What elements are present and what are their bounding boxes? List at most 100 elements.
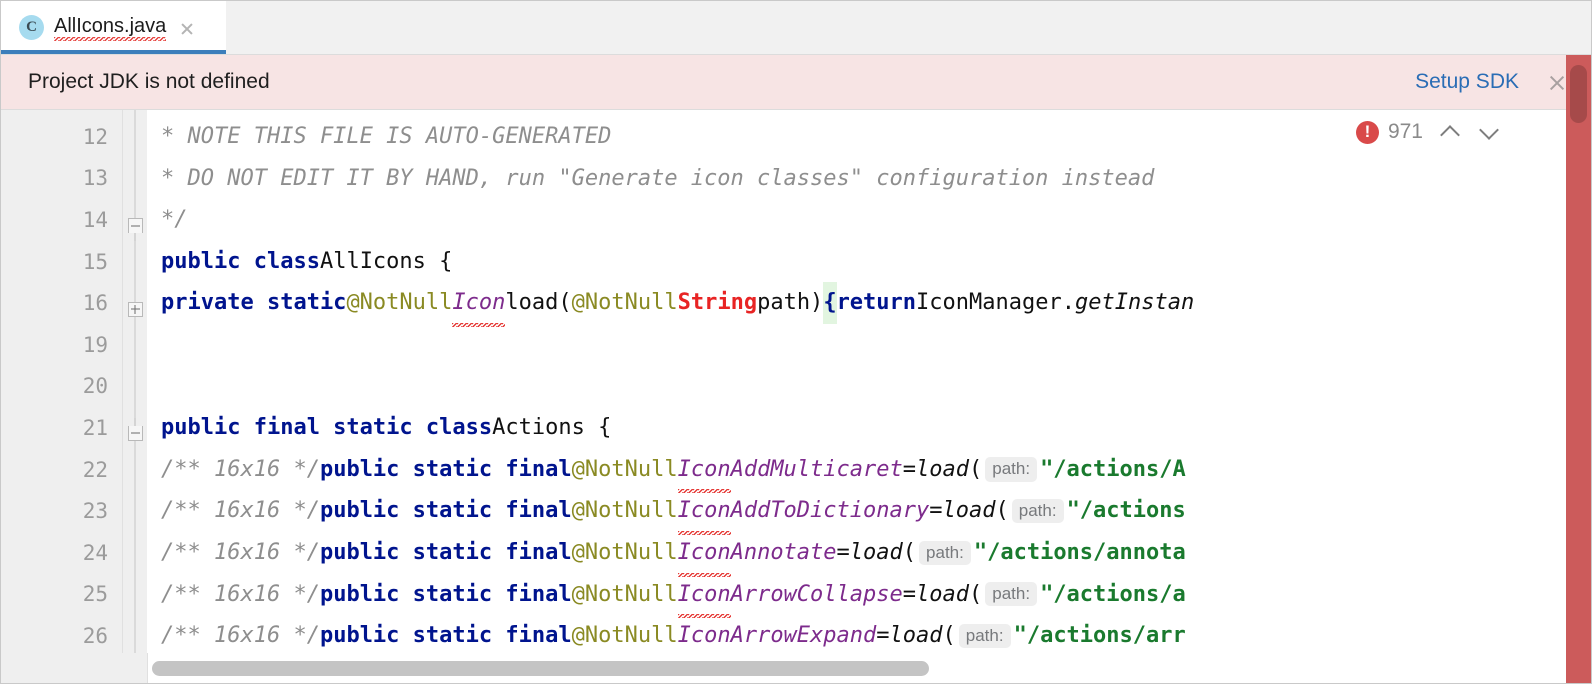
code-token-error: String (677, 290, 758, 316)
vertical-scrollbar-thumb[interactable] (1570, 65, 1587, 123)
line-number: 20 (82, 374, 108, 399)
line-number-gutter[interactable]: 1213141516192021222324252627 (1, 110, 123, 683)
code-line[interactable]: /** 16x16 */ public static final @NotNul… (147, 449, 1591, 493)
notification-banner: Project JDK is not defined Setup SDK (1, 55, 1591, 110)
code-line[interactable]: /** 16x16 */ public static final @NotNul… (147, 615, 1591, 660)
code-token-keyword: public static final (319, 581, 572, 607)
code-line[interactable]: /** 16x16 */ public static final @NotNul… (147, 490, 1591, 535)
code-token-ident: ArrowCollapse (730, 581, 903, 607)
code-line[interactable]: private static @NotNull Icon load(@NotNu… (147, 282, 1591, 327)
code-token-plain: = (902, 456, 917, 482)
chevron-up-icon[interactable] (1438, 120, 1462, 144)
code-line[interactable]: public class AllIcons { (147, 241, 1591, 283)
code-token-plain: = (836, 539, 850, 565)
line-number: 16 (82, 291, 108, 316)
code-token-italic: load (916, 581, 969, 607)
fold-row (123, 372, 147, 414)
code-line[interactable]: /** 16x16 */ public static final @NotNul… (147, 574, 1591, 618)
fold-row (123, 122, 147, 164)
code-token-plain: ( (969, 581, 983, 607)
code-line[interactable]: public final static class Actions { (147, 407, 1591, 449)
code-line[interactable] (147, 324, 1591, 366)
setup-sdk-link[interactable]: Setup SDK (1415, 70, 1519, 94)
code-token-keyword: private static (161, 290, 347, 316)
code-token-string: "/actions/a (1040, 581, 1186, 607)
unresolved-type-token: Icon (452, 282, 505, 327)
line-number: 14 (82, 207, 108, 232)
unresolved-type-token: Icon (677, 532, 731, 577)
code-token-keyword: public final static class (161, 415, 493, 441)
editor-tab-allicons[interactable]: C AllIcons.java (1, 1, 226, 54)
close-icon[interactable] (176, 17, 198, 39)
code-token-keyword: return (836, 290, 917, 316)
code-token-string: "/actions/A (1040, 456, 1186, 482)
code-token-italic: load (916, 456, 969, 482)
code-area: 1213141516192021222324252627 * NOTE THIS… (1, 110, 1591, 683)
code-token-ident: ArrowExpand (730, 623, 877, 649)
fold-row (123, 580, 147, 622)
code-line[interactable]: * DO NOT EDIT IT BY HAND, run "Generate … (147, 158, 1591, 200)
code-token-plain: ( (942, 623, 956, 649)
fold-row (123, 164, 147, 206)
code-lines[interactable]: * NOTE THIS FILE IS AUTO-GENERATED * DO … (147, 110, 1591, 683)
code-token-plain: = (876, 623, 890, 649)
line-number: 26 (82, 623, 108, 648)
code-token-anno: @NotNull (346, 290, 453, 316)
unresolved-type-token: Icon (677, 490, 731, 535)
code-token-anno: @NotNull (571, 498, 678, 524)
line-number: 21 (82, 415, 108, 440)
fold-collapse-icon[interactable] (127, 218, 143, 234)
code-line[interactable] (147, 366, 1591, 408)
code-token-keyword: public static final (319, 539, 572, 565)
fold-expand-icon[interactable] (127, 301, 143, 317)
code-token-comment: /** 16x16 */ (161, 623, 320, 649)
fold-row (123, 455, 147, 497)
code-token-plain: IconManager. (916, 290, 1075, 316)
code-token-anno: @NotNull (571, 456, 678, 482)
fold-row (123, 247, 147, 289)
unresolved-type-token: Icon (677, 574, 731, 618)
line-number: 23 (82, 499, 108, 524)
line-number: 22 (82, 457, 108, 482)
fold-row (123, 205, 147, 247)
horizontal-scrollbar-thumb[interactable] (152, 661, 929, 676)
line-number: 15 (82, 249, 108, 274)
code-token-plain: = (902, 581, 917, 607)
horizontal-scrollbar[interactable] (132, 661, 1560, 676)
parameter-hint-chip: path: (919, 540, 971, 565)
code-token-plain: ( (969, 456, 983, 482)
code-token-comment: * NOTE THIS FILE IS AUTO-GENERATED (161, 124, 612, 149)
line-number: 19 (82, 332, 108, 357)
code-token-plain: load( (505, 290, 572, 316)
gutter-bottom-fill (1, 653, 148, 683)
inspection-status-widget[interactable]: ! 971 (1351, 118, 1505, 146)
code-token-italic: getInstan (1075, 290, 1195, 316)
code-token-comment: /** 16x16 */ (161, 539, 320, 565)
unresolved-type-token: Icon (677, 615, 731, 660)
parameter-hint-chip: path: (985, 457, 1038, 482)
notification-message: Project JDK is not defined (28, 70, 270, 93)
code-line[interactable]: /** 16x16 */ public static final @NotNul… (147, 532, 1591, 577)
code-line[interactable]: */ (147, 199, 1591, 241)
code-token-string: "/actions/annota (973, 539, 1186, 565)
code-editor[interactable]: 1213141516192021222324252627 * NOTE THIS… (1, 110, 1591, 683)
fold-row (123, 330, 147, 372)
editor-tab-filename: AllIcons.java (54, 14, 167, 37)
chevron-down-icon[interactable] (1477, 120, 1501, 144)
code-folding-gutter[interactable] (123, 110, 147, 683)
code-token-comment: * DO NOT EDIT IT BY HAND, run "Generate … (161, 165, 1155, 191)
error-stripe-vertical-scrollbar[interactable] (1566, 55, 1591, 683)
code-token-plain: ( (902, 539, 917, 565)
fold-collapse-icon[interactable] (127, 426, 143, 442)
code-token-plain: AllIcons { (319, 248, 453, 274)
error-icon: ! (1355, 120, 1379, 144)
code-token-anno: @NotNull (571, 290, 678, 316)
java-class-file-icon: C (19, 15, 44, 40)
code-token-plain: path) (757, 290, 824, 316)
code-token-italic: load (942, 498, 996, 524)
code-token-brace-hl: { (823, 282, 837, 324)
fold-row (123, 538, 147, 580)
parameter-hint-chip: path: (985, 582, 1038, 607)
code-token-anno: @NotNull (571, 539, 678, 565)
code-token-comment: /** 16x16 */ (161, 581, 320, 607)
